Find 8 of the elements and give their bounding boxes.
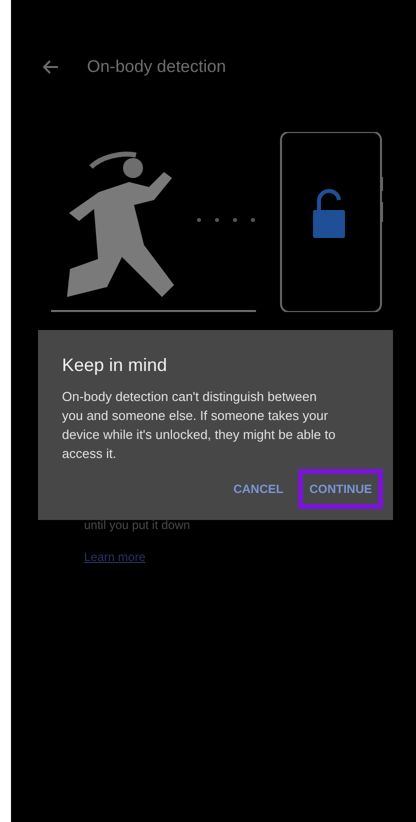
description-text: until you put it down <box>84 517 192 534</box>
screen-title: On-body detection <box>87 56 226 78</box>
back-arrow-icon[interactable] <box>43 60 59 74</box>
learn-more-link[interactable]: Learn more <box>84 548 146 566</box>
dialog-button[interactable]: CONTINUE <box>298 469 383 509</box>
dialog-message: On-body detection can't distinguish between you and someone else. If someone takes your device while it's unlocked, they might be able to access it. <box>62 388 336 463</box>
dialog-title: Keep in mind <box>62 354 168 377</box>
dialog-button[interactable]: CANCEL <box>222 469 294 509</box>
